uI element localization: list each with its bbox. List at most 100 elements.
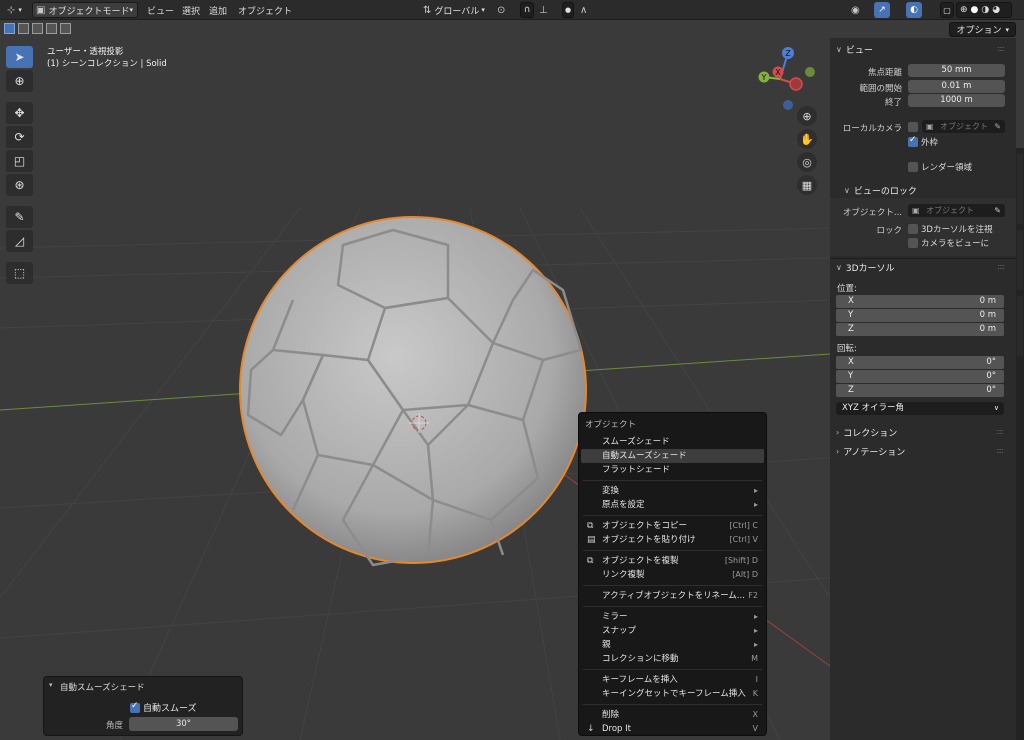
xray-toggle[interactable]: ▢ [940,2,954,18]
cursor-rotation-z[interactable]: Z 0° [836,384,1004,397]
clip-end-field[interactable]: 1000 m [908,94,1005,107]
proportional-edit-toggle[interactable]: ● [562,2,574,18]
select-new-icon[interactable] [4,23,15,34]
wireframe-icon[interactable]: ⊕ [960,5,968,15]
checkbox-checked-icon[interactable] [130,701,140,713]
local-camera-checkbox[interactable] [908,122,918,132]
collection-section-header[interactable]: › コレクション [836,426,897,439]
neg-x-axis-icon[interactable] [789,77,803,91]
view-section-header[interactable]: ∨ ビュー [836,43,873,56]
options-dropdown[interactable]: オプション ▾ [949,22,1016,37]
eyedropper-icon[interactable]: ✎ [994,120,1001,133]
solid-icon[interactable]: ● [971,5,979,15]
tab-addon[interactable] [1017,296,1023,356]
camera-to-view-checkbox[interactable] [908,238,918,248]
shading-mode-buttons[interactable]: ⊕ ● ◑ ◕ [956,2,1012,18]
gizmo-toggle[interactable]: ↗ [874,2,890,18]
rendered-icon[interactable]: ◕ [992,5,1000,15]
menu-item-move-to-collection[interactable]: コレクションに移動 M [581,652,764,666]
menu-item-insert-keyframe[interactable]: キーフレームを挿入 I [581,673,764,687]
grid-icon[interactable]: ▦ [797,175,817,195]
material-icon[interactable]: ◑ [981,5,989,15]
chevron-down-icon[interactable]: ▾ [49,681,53,689]
transform-tool[interactable]: ⊛ [6,174,33,196]
focal-length-field[interactable]: 50 mm [908,64,1005,77]
cursor-rotation-y[interactable]: Y 0° [836,370,1004,383]
navigation-gizmo[interactable]: Z Y X [750,44,820,114]
drag-handle-icon[interactable]: :::: [996,427,1012,436]
move-tool[interactable]: ✥ [6,102,33,124]
angle-field[interactable]: 30° [129,717,238,731]
select-subtract-icon[interactable] [32,23,43,34]
menu-add[interactable]: 追加 [209,4,227,17]
menu-object[interactable]: オブジェクト [238,4,292,17]
hand-icon[interactable]: ✋ [797,129,817,149]
cursor-rotation-x[interactable]: X 0° [836,356,1004,369]
eyedropper-icon[interactable]: ✎ [994,204,1001,217]
transform-orientation-dropdown[interactable]: ⇅ グローバル ▾ [420,2,490,18]
pivot-point-button[interactable]: ⊙ [494,2,518,18]
sidebar-tab-strip[interactable] [1016,38,1024,740]
editor-type-button[interactable]: ⊹ ▾ [4,2,28,18]
annotation-section-header[interactable]: › アノテーション [836,445,905,458]
soccer-ball-object[interactable] [233,210,593,570]
3d-cursor-section-header[interactable]: ∨ 3Dカーソル [836,261,895,274]
3d-viewport[interactable]: ユーザー・透視投影 (1) シーンコレクション | Solid ➤ ⊕ ✥ ⟳ … [0,38,830,740]
menu-view[interactable]: ビュー [147,4,174,17]
menu-item-drop-it[interactable]: ↓ Drop It V [581,722,764,736]
rotate-tool[interactable]: ⟳ [6,126,33,148]
snap-toggle[interactable]: ∩ [520,2,534,18]
frame-checkbox[interactable] [908,135,918,147]
menu-item-mirror[interactable]: ミラー ▸ [581,610,764,624]
menu-item-shade-smooth[interactable]: スムーズシェード [581,435,764,449]
mode-dropdown[interactable]: ▣ オブジェクトモード ▾ [32,2,138,18]
menu-item-parent[interactable]: 親 ▸ [581,638,764,652]
cursor-location-x[interactable]: X0 m [836,295,1004,308]
render-region-checkbox[interactable] [908,162,918,172]
select-box-tool[interactable]: ➤ [6,46,33,68]
menu-item-copy-objects[interactable]: ⧉ オブジェクトをコピー [Ctrl] C [581,519,764,533]
neg-y-axis-icon[interactable] [805,67,815,77]
drag-handle-icon[interactable]: :::: [997,262,1005,271]
rotation-mode-dropdown[interactable]: XYZ オイラー角 ∨ [836,402,1004,415]
auto-smooth-checkbox[interactable]: 自動スムーズ [130,701,197,714]
menu-item-set-origin[interactable]: 原点を設定 ▸ [581,498,764,512]
neg-z-axis-icon[interactable] [783,100,793,110]
cursor-location-y[interactable]: Y0 m [836,309,1004,322]
zoom-icon[interactable]: ⊕ [797,106,817,126]
menu-select[interactable]: 選択 [182,4,200,17]
menu-item-delete[interactable]: 削除 X [581,708,764,722]
tab-view[interactable] [1016,38,1024,148]
select-extend-icon[interactable] [18,23,29,34]
snap-target-button[interactable]: ⊥ [536,2,560,18]
tab-misc[interactable] [1017,154,1023,224]
cursor-location-z[interactable]: Z0 m [836,323,1004,336]
lock-object-field[interactable]: ▣ オブジェクト ✎ [908,204,1005,217]
clip-start-field[interactable]: 0.01 m [908,80,1005,93]
lock-to-cursor-checkbox[interactable] [908,224,918,234]
visibility-button[interactable]: ◉ [848,2,870,18]
select-intersect-icon[interactable] [60,23,71,34]
drag-handle-icon[interactable]: :::: [997,44,1005,53]
menu-item-duplicate-linked[interactable]: リンク複製 [Alt] D [581,568,764,582]
menu-item-shade-flat[interactable]: フラットシェード [581,463,764,477]
menu-item-duplicate-objects[interactable]: ⧉ オブジェクトを複製 [Shift] D [581,554,764,568]
operator-title[interactable]: 自動スムーズシェード [60,681,145,693]
cursor-tool[interactable]: ⊕ [6,70,33,92]
overlay-toggle[interactable]: ◐ [906,2,922,18]
menu-item-shade-auto-smooth[interactable]: 自動スムーズシェード [581,449,764,463]
tab-tool[interactable] [1017,230,1023,290]
view-lock-section-header[interactable]: ∨ ビューのロック [844,184,917,197]
annotate-tool[interactable]: ✎ [6,206,33,228]
falloff-button[interactable]: ∧ [577,2,595,18]
scale-tool[interactable]: ◰ [6,150,33,172]
add-cube-tool[interactable]: ⬚ [6,262,33,284]
camera-icon[interactable]: ◎ [797,152,817,172]
select-difference-icon[interactable] [46,23,57,34]
menu-item-snap[interactable]: スナップ ▸ [581,624,764,638]
menu-item-rename-active[interactable]: アクティブオブジェクトをリネーム... F2 [581,589,764,603]
local-camera-field[interactable]: ▣ オブジェクト ✎ [922,120,1005,133]
measure-tool[interactable]: ◿ [6,230,33,252]
menu-item-insert-keyframe-keyingset[interactable]: キーイングセットでキーフレーム挿入 K [581,687,764,701]
menu-item-convert[interactable]: 変換 ▸ [581,484,764,498]
